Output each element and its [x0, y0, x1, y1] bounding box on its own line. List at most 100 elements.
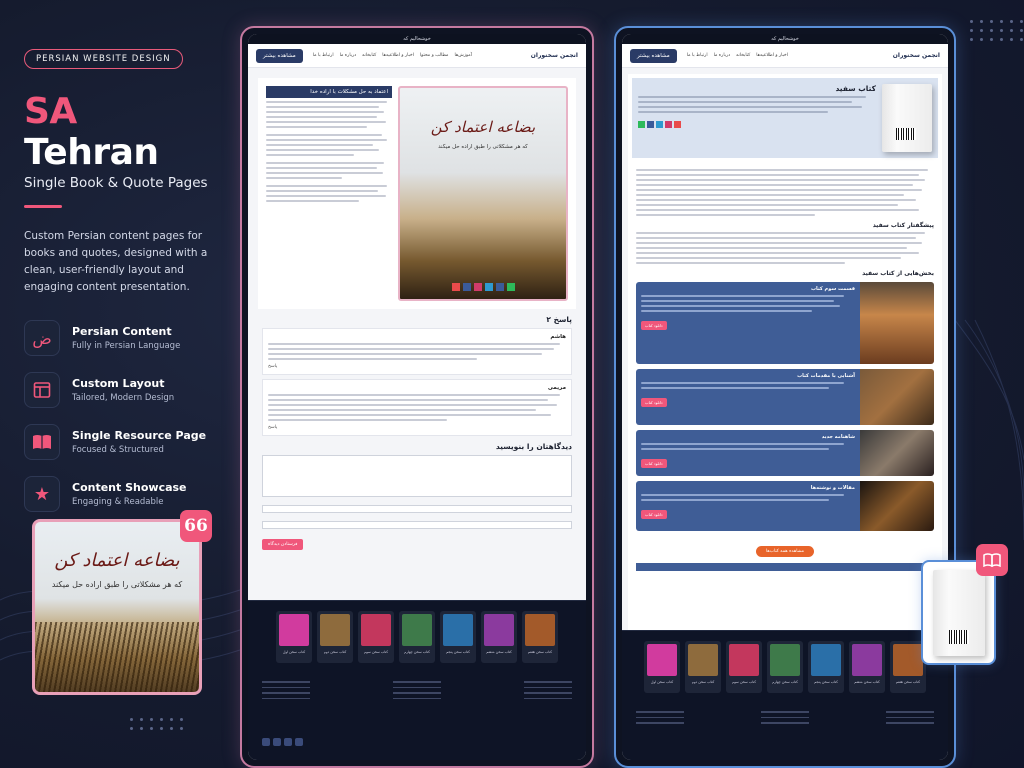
- open-book-icon: [976, 544, 1008, 576]
- book-description: پیشگفتار کتاب سفید بخش‌هایی از کتاب سفید…: [628, 162, 942, 575]
- share-icon[interactable]: [451, 283, 460, 291]
- navbar: مشاهده بیشتر ارتباط با ما درباره ما کتاب…: [248, 44, 586, 68]
- nav-link[interactable]: مطالب و محتوا: [420, 53, 449, 58]
- related-book[interactable]: کتاب سخن پنجم: [808, 641, 844, 693]
- wave-lines-decoration-right: [955, 319, 1024, 541]
- feature-title: Content Showcase: [72, 481, 187, 494]
- related-book[interactable]: کتاب سخن پنجم: [440, 611, 476, 663]
- share-icon[interactable]: [462, 283, 471, 291]
- book-cover: [882, 84, 932, 152]
- article-card[interactable]: آشنایی با مقدمات کتاب دانلود کتاب: [636, 369, 934, 425]
- related-book-title: کتاب سخن دوم: [323, 650, 347, 654]
- related-book[interactable]: کتاب سخن دوم: [317, 611, 353, 663]
- quote-page-screen: خوشحالیم که مشاهده بیشتر ارتباط با ما در…: [248, 34, 586, 760]
- article-card[interactable]: شاهنامه جدید دانلود کتاب: [636, 430, 934, 476]
- nav-link[interactable]: اخبار و اطلاعیه‌ها: [756, 53, 788, 58]
- footer-column: [636, 707, 684, 724]
- nav-link[interactable]: درباره ما: [340, 53, 357, 58]
- nav-cta-button[interactable]: مشاهده بیشتر: [630, 48, 677, 63]
- book-cover-3d: [933, 570, 985, 656]
- related-book[interactable]: کتاب سخن اول: [276, 611, 312, 663]
- quote-caption: که هر مشکلاتی را طبق اراده حل میکند: [51, 580, 183, 589]
- related-books-row: کتاب سخن اول کتاب سخن دوم کتاب سخن سوم ک…: [248, 601, 586, 663]
- article-button[interactable]: دانلود کتاب: [641, 510, 667, 519]
- site-logo[interactable]: انجمن سخنوران: [893, 52, 940, 59]
- article-card[interactable]: مقالات و نوشته‌ها دانلود کتاب: [636, 481, 934, 531]
- feature-item: Custom Layout Tailored, Modern Design: [24, 372, 220, 408]
- form-title: دیدگاهتان را بنویسید: [495, 442, 572, 451]
- name-field[interactable]: [262, 505, 572, 513]
- title-rest: Tehran: [24, 132, 159, 173]
- nav-link[interactable]: درباره ما: [714, 53, 731, 58]
- social-icon[interactable]: [262, 738, 270, 746]
- quote-badge: 66: [180, 510, 212, 542]
- share-icon[interactable]: [495, 283, 504, 291]
- nav-link[interactable]: ارتباط با ما: [687, 53, 708, 58]
- view-all-books-button[interactable]: مشاهده همه کتاب‌ها: [756, 546, 814, 557]
- share-icon[interactable]: [484, 283, 493, 291]
- book-icon: [24, 424, 60, 460]
- quote-page-device: خوشحالیم که مشاهده بیشتر ارتباط با ما در…: [240, 26, 594, 768]
- feature-item: ض Persian Content Fully in Persian Langua…: [24, 320, 220, 356]
- related-book[interactable]: کتاب سخن دوم: [685, 641, 721, 693]
- feature-subtitle: Tailored, Modern Design: [72, 393, 175, 403]
- submit-comment-button[interactable]: فرستادن دیدگاه: [262, 539, 304, 550]
- site-logo[interactable]: انجمن سخنوران: [531, 52, 578, 59]
- related-book-title: کتاب سخن ششم: [486, 650, 512, 654]
- nav-link[interactable]: کتابخانه: [736, 53, 750, 58]
- email-field[interactable]: [262, 521, 572, 529]
- related-book[interactable]: کتاب سخن چهارم: [767, 641, 803, 693]
- footer-column: [524, 677, 572, 699]
- related-book[interactable]: کتاب سخن ششم: [849, 641, 885, 693]
- nav-link[interactable]: آموزش‌ها: [454, 53, 471, 58]
- share-icon[interactable]: [473, 283, 482, 291]
- footer-columns: [622, 707, 948, 724]
- related-book[interactable]: کتاب سخن ششم: [481, 611, 517, 663]
- article-button[interactable]: دانلود کتاب: [641, 321, 667, 330]
- share-icon[interactable]: [656, 121, 663, 128]
- nav-link[interactable]: کتابخانه: [362, 53, 376, 58]
- share-icon[interactable]: [674, 121, 681, 128]
- accent-rule: [24, 205, 62, 208]
- footer-column: [886, 707, 934, 724]
- comment-textarea[interactable]: [262, 455, 572, 497]
- related-book[interactable]: کتاب سخن اول: [644, 641, 680, 693]
- related-book[interactable]: کتاب سخن سوم: [726, 641, 762, 693]
- title-accent: SA: [24, 91, 77, 132]
- related-book[interactable]: کتاب سخن سوم: [358, 611, 394, 663]
- share-icon[interactable]: [647, 121, 654, 128]
- nav-links: ارتباط با ما درباره ما کتابخانه اخبار و …: [687, 53, 788, 58]
- share-icon[interactable]: [506, 283, 515, 291]
- social-icon[interactable]: [284, 738, 292, 746]
- article-button[interactable]: دانلود کتاب: [641, 398, 667, 407]
- reply-link[interactable]: پاسخ: [268, 364, 566, 369]
- social-icons: [262, 738, 303, 746]
- article-image: [860, 430, 934, 476]
- related-book[interactable]: کتاب سخن هفتم: [522, 611, 558, 663]
- dots-decoration: [970, 20, 1024, 41]
- top-bar: خوشحالیم که: [622, 34, 948, 44]
- reply-link[interactable]: پاسخ: [268, 425, 566, 430]
- tag-pill: PERSIAN WEBSITE DESIGN: [24, 49, 183, 69]
- nav-link[interactable]: ارتباط با ما: [313, 53, 334, 58]
- barcode-icon: [949, 630, 969, 644]
- feature-subtitle: Focused & Structured: [72, 445, 164, 455]
- related-book[interactable]: کتاب سخن چهارم: [399, 611, 435, 663]
- feature-subtitle: Engaging & Readable: [72, 497, 164, 507]
- nav-cta-button[interactable]: مشاهده بیشتر: [256, 48, 303, 63]
- comment-author: هاشم: [550, 334, 566, 340]
- footer: کتاب سخن اول کتاب سخن دوم کتاب سخن سوم ک…: [622, 630, 948, 760]
- feature-list: ض Persian Content Fully in Persian Langua…: [24, 320, 220, 512]
- article-button[interactable]: دانلود کتاب: [641, 459, 667, 468]
- share-icon[interactable]: [638, 121, 645, 128]
- nav-link[interactable]: اخبار و اطلاعیه‌ها: [382, 53, 414, 58]
- articles-title: بخش‌هایی از کتاب سفید: [862, 270, 934, 277]
- article-card[interactable]: قسمت سوم کتاب دانلود کتاب: [636, 282, 934, 364]
- share-icon[interactable]: [665, 121, 672, 128]
- layout-icon: [24, 372, 60, 408]
- social-icon[interactable]: [273, 738, 281, 746]
- quote-card-preview: بضاعه اعتماد کن که هر مشکلاتی را طبق ارا…: [32, 519, 202, 695]
- related-book-title: کتاب سخن پنجم: [814, 680, 838, 684]
- social-icon[interactable]: [295, 738, 303, 746]
- footer-columns: [248, 677, 586, 699]
